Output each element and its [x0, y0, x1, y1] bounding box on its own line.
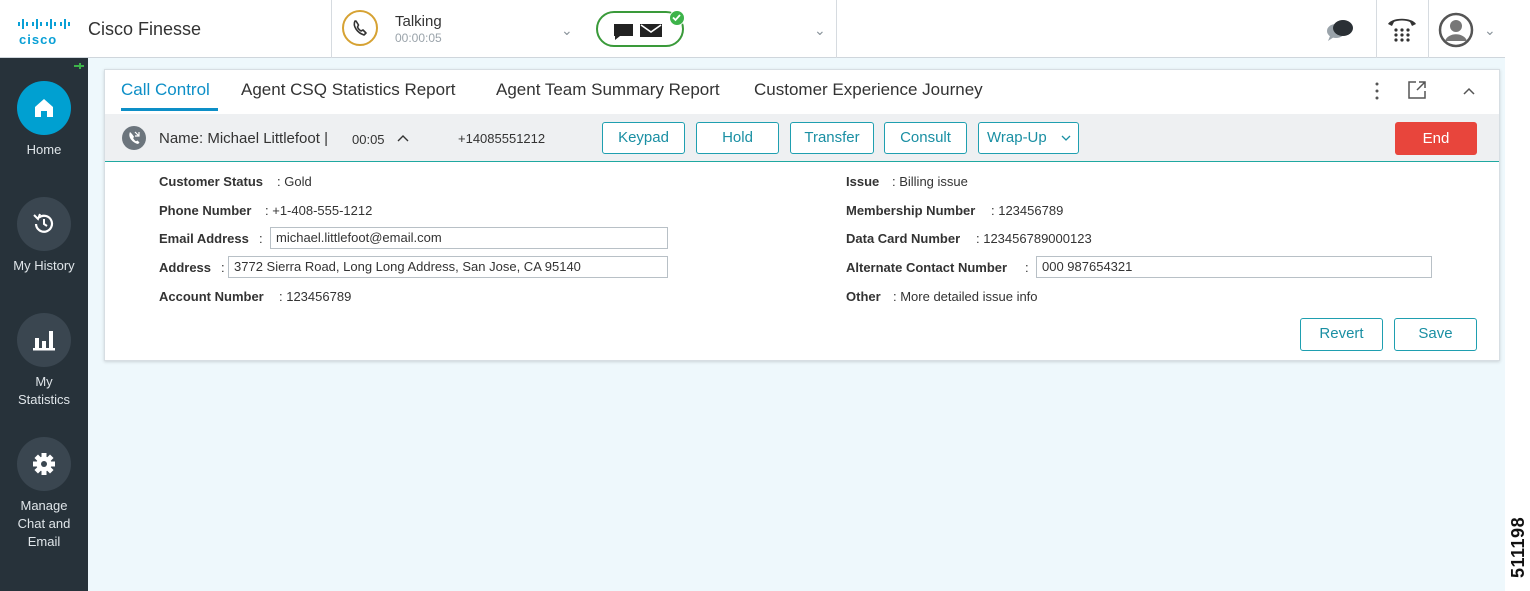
phone-number-label: Phone Number	[159, 203, 252, 218]
nav-item-label: Manage Chat and Email	[17, 498, 71, 549]
issue-value: : Billing issue	[892, 174, 968, 189]
data-card-number-label: Data Card Number	[846, 231, 961, 246]
save-button[interactable]: Save	[1394, 318, 1477, 351]
active-tab-indicator	[121, 108, 218, 111]
field-separator: :	[1025, 260, 1029, 275]
keypad-button[interactable]: Keypad	[602, 122, 685, 154]
caller-name: Name: Michael Littlefoot |	[159, 130, 328, 147]
nav-item-manage-chat-email[interactable]: Manage Chat and Email	[0, 437, 88, 551]
incoming-call-icon	[122, 126, 146, 150]
tab-customer-experience-journey[interactable]: Customer Experience Journey	[754, 80, 983, 100]
field-separator: :	[221, 260, 225, 275]
top-header: cisco Cisco Finesse	[0, 0, 1505, 58]
other-label: Other	[846, 289, 881, 304]
chevron-down-icon[interactable]: ⌄	[814, 22, 826, 39]
wrap-up-label: Wrap-Up	[987, 129, 1047, 146]
pin-icon[interactable]	[74, 62, 84, 70]
history-icon	[17, 197, 71, 251]
tab-agent-csq-statistics[interactable]: Agent CSQ Statistics Report	[241, 80, 455, 100]
transfer-button[interactable]: Transfer	[790, 122, 874, 154]
popout-icon[interactable]	[1407, 80, 1427, 100]
email-address-label: Email Address	[159, 231, 249, 246]
membership-number-label: Membership Number	[846, 203, 976, 218]
nav-item-home[interactable]: Home	[0, 81, 88, 159]
bar-chart-icon	[17, 313, 71, 367]
agent-state-timer: 00:00:05	[395, 31, 442, 45]
more-options-icon[interactable]	[1372, 81, 1382, 101]
wrap-up-button[interactable]: Wrap-Up	[978, 122, 1079, 154]
issue-label: Issue	[846, 174, 880, 189]
user-avatar-icon[interactable]	[1438, 12, 1474, 48]
app-title: Cisco Finesse	[88, 19, 202, 39]
ready-check-icon	[669, 10, 685, 26]
home-icon	[17, 81, 71, 135]
dialpad-icon[interactable]	[1384, 12, 1420, 48]
divider	[836, 0, 837, 58]
call-duration: 00:05	[352, 132, 385, 147]
agent-state-label: Talking	[395, 13, 442, 30]
customer-status-label: Customer Status	[159, 174, 264, 189]
nav-item-label: Home	[26, 142, 62, 157]
end-call-button[interactable]: End	[1395, 122, 1477, 155]
phone-state-icon	[342, 10, 378, 46]
other-value: : More detailed issue info	[893, 289, 1038, 304]
svg-text:cisco: cisco	[19, 32, 57, 46]
collapse-icon[interactable]	[1462, 86, 1476, 96]
gear-icon	[17, 437, 71, 491]
hold-button[interactable]: Hold	[696, 122, 779, 154]
chat-email-icon	[614, 24, 662, 40]
chevron-down-icon[interactable]: ⌄	[1484, 22, 1496, 39]
email-address-field[interactable]: michael.littlefoot@email.com	[270, 227, 668, 249]
tab-call-control[interactable]: Call Control	[121, 80, 210, 100]
address-label: Address	[159, 260, 212, 275]
membership-number-value: : 123456789	[991, 203, 1064, 218]
consult-button[interactable]: Consult	[884, 122, 967, 154]
customer-status-value: : Gold	[277, 174, 312, 189]
cisco-logo: cisco	[18, 19, 70, 46]
nav-item-label: My History	[13, 258, 75, 273]
figure-id: 511198	[1508, 516, 1528, 578]
phone-number-value: : +1-408-555-1212	[265, 203, 373, 218]
chevron-down-icon[interactable]: ⌄	[561, 22, 573, 39]
divider	[1376, 0, 1377, 58]
account-number-value: : 123456789	[279, 289, 352, 304]
alternate-contact-field[interactable]: 000 987654321	[1036, 256, 1432, 278]
data-card-number-value: : 123456789000123	[976, 231, 1092, 246]
alternate-contact-label: Alternate Contact Number	[846, 260, 1008, 275]
nav-item-my-history[interactable]: My History	[0, 197, 88, 275]
chevron-down-icon	[1061, 135, 1071, 141]
revert-button[interactable]: Revert	[1300, 318, 1383, 351]
caller-number: +14085551212	[458, 131, 546, 146]
account-number-label: Account Number	[159, 289, 264, 304]
nav-item-label: My Statistics	[17, 374, 70, 407]
field-separator: :	[259, 231, 263, 246]
divider	[331, 0, 332, 58]
address-field[interactable]: 3772 Sierra Road, Long Long Address, San…	[228, 256, 668, 278]
tab-agent-team-summary[interactable]: Agent Team Summary Report	[496, 80, 720, 100]
divider	[1428, 0, 1429, 58]
nav-item-my-statistics[interactable]: My Statistics	[0, 313, 88, 409]
chevron-up-icon[interactable]	[397, 134, 409, 143]
chat-bubbles-icon[interactable]	[1322, 12, 1358, 48]
